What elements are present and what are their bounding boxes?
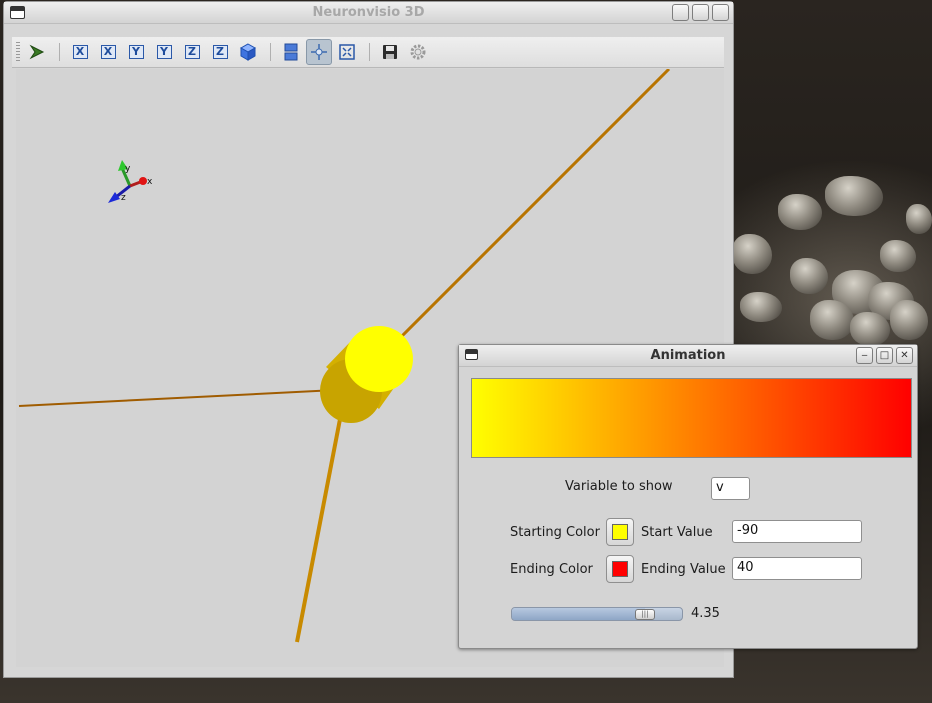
view-z-positive-button[interactable]: Z: [179, 39, 205, 65]
selection-mode-button[interactable]: [306, 39, 332, 65]
floppy-disk-icon: [383, 45, 397, 59]
ending-color-label: Ending Color: [510, 562, 593, 577]
soma-cylinder: [320, 326, 413, 423]
ending-value-field[interactable]: 40: [732, 557, 862, 580]
axis-z-label: z: [121, 193, 126, 203]
fit-view-button[interactable]: [334, 39, 360, 65]
minimize-button[interactable]: ‒: [856, 347, 873, 364]
window-title: Neuronvisio 3D: [312, 5, 425, 20]
axis-x-icon: X: [100, 45, 116, 59]
crosshair-select-icon: [311, 44, 327, 60]
dendrite-down: [295, 413, 343, 643]
dendrite-left: [18, 389, 337, 407]
save-button[interactable]: [377, 39, 403, 65]
animation-titlebar[interactable]: Animation ‒ □ ✕: [459, 345, 917, 367]
dialog-title: Animation: [650, 348, 726, 363]
main-titlebar[interactable]: Neuronvisio 3D: [4, 2, 733, 24]
axis-x-label: x: [147, 177, 153, 187]
view-x-negative-button[interactable]: X: [95, 39, 121, 65]
animation-dialog: Animation ‒ □ ✕ Variable to show v Start…: [458, 344, 918, 649]
close-button[interactable]: ✕: [896, 347, 913, 364]
color-gradient-preview: [471, 378, 912, 458]
start-value-label: Start Value: [641, 525, 713, 540]
time-slider[interactable]: |||: [511, 607, 683, 621]
gear-icon: [410, 44, 426, 60]
minimize-button[interactable]: [672, 4, 689, 21]
axis-y-icon: Y: [156, 45, 172, 59]
axis-x-icon: X: [72, 45, 88, 59]
time-slider-handle[interactable]: |||: [635, 609, 655, 620]
isometric-view-button[interactable]: [235, 39, 261, 65]
ending-value-label: Ending Value: [641, 562, 726, 577]
dendrite-up: [377, 69, 671, 361]
view-y-negative-button[interactable]: Y: [151, 39, 177, 65]
rotate-icon: [29, 44, 45, 60]
scene-toolbar: X X Y Y Z Z: [12, 37, 724, 68]
fullscreen-icon: [339, 44, 355, 60]
starting-color-label: Starting Color: [510, 525, 600, 540]
view-z-negative-button[interactable]: Z: [207, 39, 233, 65]
ending-color-button[interactable]: [606, 555, 634, 583]
axis-y-icon: Y: [128, 45, 144, 59]
ending-color-swatch: [612, 561, 628, 577]
start-value-field[interactable]: -90: [732, 520, 862, 543]
cube-icon: [239, 43, 257, 61]
axis-z-icon: Z: [212, 45, 228, 59]
axis-z-icon: Z: [184, 45, 200, 59]
starting-color-button[interactable]: [606, 518, 634, 546]
view-y-positive-button[interactable]: Y: [123, 39, 149, 65]
rotate-mode-button[interactable]: [24, 39, 50, 65]
toggle-panel-button[interactable]: [278, 39, 304, 65]
view-x-positive-button[interactable]: X: [67, 39, 93, 65]
axis-y-label: y: [125, 164, 131, 174]
settings-button[interactable]: [405, 39, 431, 65]
variable-field[interactable]: v: [711, 477, 750, 500]
time-readout: 4.35: [691, 606, 720, 621]
variable-label: Variable to show: [565, 479, 673, 494]
starting-color-swatch: [612, 524, 628, 540]
toolbar-grip[interactable]: [16, 42, 20, 62]
maximize-button[interactable]: □: [876, 347, 893, 364]
time-slider-fill: [512, 608, 645, 620]
orientation-axes: y x z: [108, 160, 153, 203]
close-button[interactable]: [712, 4, 729, 21]
split-panel-icon: [284, 43, 298, 61]
maximize-button[interactable]: [692, 4, 709, 21]
